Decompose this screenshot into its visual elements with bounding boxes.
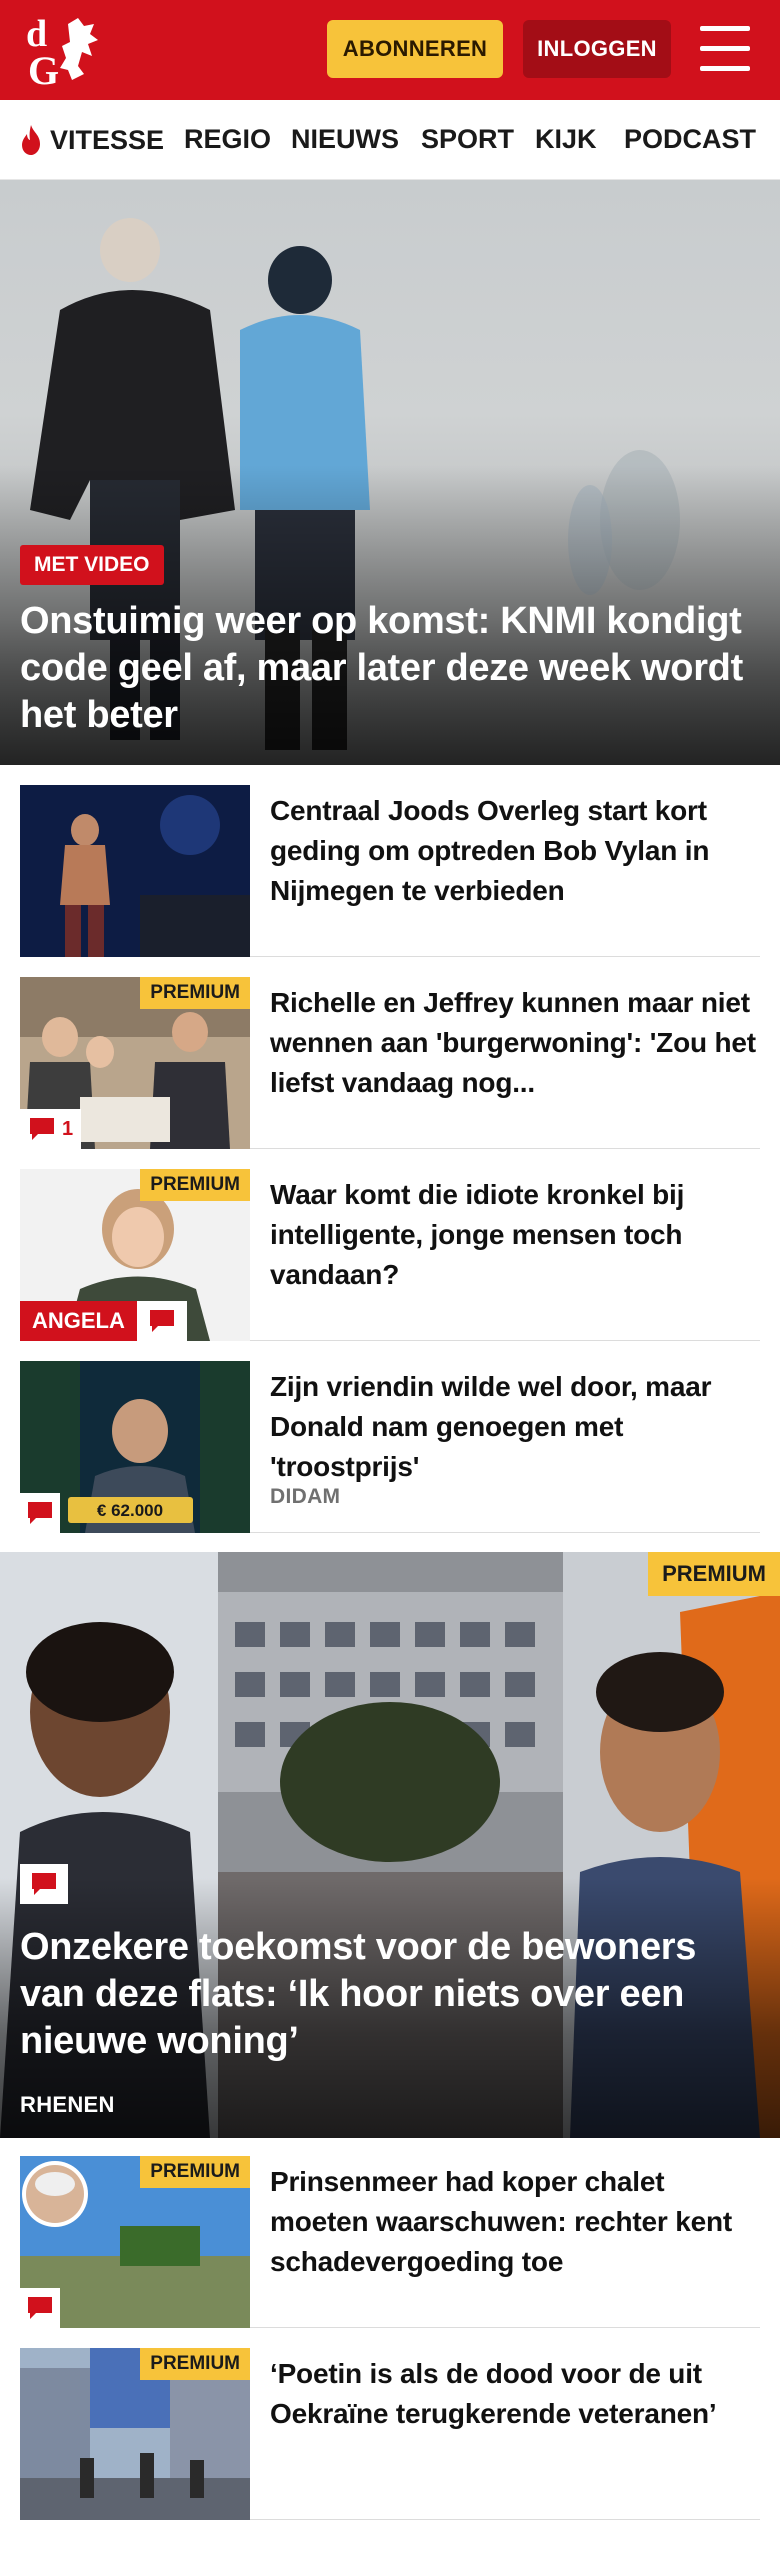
nav-label: VITESSE bbox=[50, 124, 165, 155]
author-name: ANGELA bbox=[20, 1301, 137, 1341]
article-item[interactable]: PREMIUM Prinsenmeer had koper chalet moe… bbox=[20, 2156, 760, 2328]
article-thumbnail bbox=[20, 785, 250, 957]
premium-badge: PREMIUM bbox=[140, 1169, 250, 1201]
comment-indicator[interactable] bbox=[20, 2288, 60, 2328]
nav-item-podcast[interactable]: PODCAST bbox=[624, 124, 756, 155]
flame-icon bbox=[22, 125, 40, 155]
comment-indicator[interactable] bbox=[136, 1301, 187, 1341]
feature-article[interactable]: PREMIUM Onzekere toekomst voor de bewone… bbox=[0, 1552, 780, 2138]
comment-icon bbox=[149, 1310, 174, 1332]
comment-count: 1 bbox=[62, 1117, 74, 1140]
article-thumbnail: PREMIUM bbox=[20, 2348, 250, 2520]
hero-article[interactable]: MET VIDEO Onstuimig weer op komst: KNMI … bbox=[0, 180, 780, 765]
nav-item-vitesse[interactable]: VITESSE bbox=[18, 124, 164, 156]
dg-logo[interactable]: d G bbox=[22, 10, 117, 90]
subscribe-button[interactable]: ABONNEREN bbox=[327, 20, 503, 78]
feature-title[interactable]: Onzekere toekomst voor de bewoners van d… bbox=[20, 1924, 765, 2065]
premium-badge: PREMIUM bbox=[140, 2156, 250, 2188]
comment-icon bbox=[32, 1873, 56, 1895]
comment-indicator[interactable]: 1 bbox=[20, 1109, 82, 1149]
comment-indicator[interactable] bbox=[20, 1493, 60, 1533]
main-nav: VITESSE REGIO NIEUWS SPORT KIJK PODCAST bbox=[0, 100, 780, 180]
article-thumbnail: € 62.000 bbox=[20, 1361, 250, 1533]
article-title[interactable]: ‘Poetin is als de dood voor de uit Oekra… bbox=[270, 2354, 765, 2434]
article-item[interactable]: € 62.000 Zijn vriendin wilde wel door, m… bbox=[20, 1361, 760, 1533]
comment-indicator[interactable] bbox=[20, 1864, 68, 1904]
article-item[interactable]: PREMIUM ‘Poetin is als de dood voor de u… bbox=[20, 2348, 760, 2520]
premium-badge: PREMIUM bbox=[140, 2348, 250, 2380]
article-item[interactable]: Centraal Joods Overleg start kort geding… bbox=[20, 785, 760, 957]
nav-item-regio[interactable]: REGIO bbox=[184, 124, 271, 155]
feature-location: RHENEN bbox=[20, 2092, 115, 2117]
prize-label: € 62.000 bbox=[97, 1501, 163, 1520]
article-thumbnail: PREMIUM ANGELA bbox=[20, 1169, 250, 1341]
video-badge: MET VIDEO bbox=[20, 545, 164, 585]
premium-badge: PREMIUM bbox=[648, 1552, 780, 1596]
article-title[interactable]: Prinsenmeer had koper chalet moeten waar… bbox=[270, 2162, 765, 2282]
hamburger-menu-icon[interactable] bbox=[700, 26, 752, 72]
article-title[interactable]: Zijn vriendin wilde wel door, maar Donal… bbox=[270, 1367, 765, 1487]
article-thumbnail: PREMIUM 1 bbox=[20, 977, 250, 1149]
hero-title[interactable]: Onstuimig weer op komst: KNMI kondigt co… bbox=[20, 598, 765, 739]
premium-badge: PREMIUM bbox=[140, 977, 250, 1009]
comment-icon bbox=[28, 2297, 52, 2319]
article-item[interactable]: PREMIUM ANGELA Waar komt die idiote kron… bbox=[20, 1169, 760, 1341]
article-thumbnail: PREMIUM bbox=[20, 2156, 250, 2328]
nav-item-nieuws[interactable]: NIEUWS bbox=[291, 124, 399, 155]
article-item[interactable]: PREMIUM 1 Richelle en Jeffrey kunnen maa… bbox=[20, 977, 760, 1149]
top-header: d G ABONNEREN INLOGGEN bbox=[0, 0, 780, 100]
author-tag[interactable]: ANGELA bbox=[20, 1301, 187, 1341]
article-location: DIDAM bbox=[270, 1485, 341, 1508]
article-title[interactable]: Richelle en Jeffrey kunnen maar niet wen… bbox=[270, 983, 765, 1103]
article-title[interactable]: Centraal Joods Overleg start kort geding… bbox=[270, 791, 765, 911]
login-button[interactable]: INLOGGEN bbox=[523, 20, 671, 78]
comment-icon bbox=[28, 1502, 52, 1524]
comment-icon bbox=[30, 1118, 54, 1140]
svg-text:G: G bbox=[28, 48, 59, 90]
nav-item-sport[interactable]: SPORT bbox=[421, 124, 514, 155]
nav-item-kijk[interactable]: KIJK bbox=[535, 124, 597, 155]
article-title[interactable]: Waar komt die idiote kronkel bij intelli… bbox=[270, 1175, 765, 1295]
